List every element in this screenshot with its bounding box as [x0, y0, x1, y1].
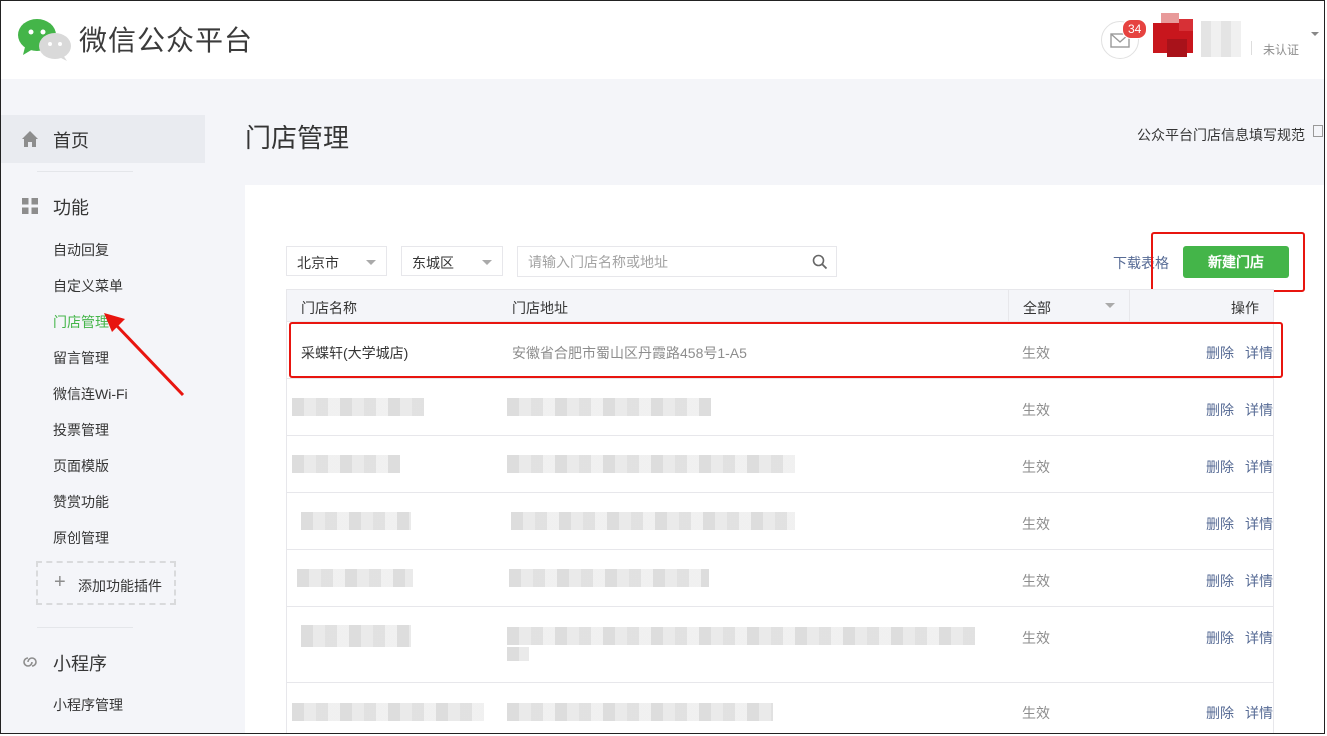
sidebar-item-home[interactable]: 首页: [1, 115, 205, 163]
app-window: 微信公众平台 34 未认证 首页 功能 自动回复 自定义菜单 门店管理 留言管理…: [0, 0, 1325, 734]
store-status: 生效: [1022, 573, 1050, 589]
sidebar-item-original[interactable]: 原创管理: [53, 528, 109, 548]
column-separator: [1129, 290, 1130, 322]
sidebar-divider: [37, 627, 133, 628]
store-address-blurred: [507, 627, 975, 645]
detail-link[interactable]: 详情: [1245, 703, 1273, 723]
store-address-blurred: [507, 647, 529, 661]
column-header-actions: 操作: [1231, 300, 1259, 316]
column-header-address: 门店地址: [512, 300, 568, 316]
city-select[interactable]: 北京市: [286, 246, 387, 276]
detail-link[interactable]: 详情: [1245, 571, 1273, 591]
home-icon: [22, 131, 38, 147]
store-name-blurred: [292, 703, 484, 721]
chevron-down-icon: [482, 260, 492, 265]
sidebar-item-auto-reply[interactable]: 自动回复: [53, 240, 109, 260]
delete-link[interactable]: 删除: [1206, 628, 1234, 648]
store-address-blurred: [507, 703, 773, 721]
detail-link[interactable]: 详情: [1245, 514, 1273, 534]
store-status: 生效: [1022, 402, 1050, 418]
sidebar-item-label: 首页: [53, 131, 89, 151]
detail-link[interactable]: 详情: [1245, 628, 1273, 648]
link-icon: [23, 657, 37, 667]
store-name-blurred: [301, 512, 411, 530]
sidebar-category-label: 功能: [53, 198, 89, 218]
status-filter-dropdown[interactable]: 全部: [1023, 298, 1051, 318]
detail-link[interactable]: 详情: [1245, 400, 1273, 420]
district-select[interactable]: 东城区: [401, 246, 503, 276]
store-name-blurred: [297, 569, 413, 587]
delete-link[interactable]: 删除: [1206, 457, 1234, 477]
sidebar-item-vote[interactable]: 投票管理: [53, 420, 109, 440]
help-link[interactable]: 公众平台门店信息填写规范: [1137, 125, 1305, 145]
sidebar-item-wifi[interactable]: 微信连Wi-Fi: [53, 384, 128, 404]
add-plugin-label: 添加功能插件: [78, 578, 162, 594]
page-title: 门店管理: [245, 123, 350, 153]
document-icon[interactable]: [1313, 125, 1323, 137]
delete-link[interactable]: 删除: [1206, 400, 1234, 420]
sidebar-item-miniprogram-management[interactable]: 小程序管理: [53, 695, 123, 715]
add-plugin-button[interactable]: + 添加功能插件: [36, 561, 176, 605]
table-row: 生效 删除 详情: [286, 550, 1274, 607]
district-select-value: 东城区: [412, 255, 454, 271]
store-status: 生效: [1022, 705, 1050, 721]
delete-link[interactable]: 删除: [1206, 703, 1234, 723]
table-row: 生效 删除 详情: [286, 683, 1274, 733]
username-blurred[interactable]: [1201, 21, 1241, 57]
store-status: 生效: [1022, 459, 1050, 475]
sidebar: 首页 功能 自动回复 自定义菜单 门店管理 留言管理 微信连Wi-Fi 投票管理…: [1, 79, 207, 733]
sidebar-category-miniprogram[interactable]: 小程序: [1, 647, 205, 677]
sidebar-item-reward[interactable]: 赞赏功能: [53, 492, 109, 512]
sidebar-category-function[interactable]: 功能: [1, 191, 205, 221]
mail-count-badge: 34: [1122, 19, 1148, 39]
store-name-blurred: [301, 625, 411, 647]
store-address-blurred: [507, 455, 795, 473]
store-search-input[interactable]: [518, 247, 818, 276]
sidebar-item-store-management[interactable]: 门店管理: [53, 312, 109, 332]
platform-title[interactable]: 微信公众平台: [79, 19, 253, 59]
grid-icon: [22, 198, 38, 214]
annotation-highlight-store-row: [289, 322, 1283, 378]
table-row: 生效 删除 详情: [286, 379, 1274, 436]
sidebar-item-message-management[interactable]: 留言管理: [53, 348, 109, 368]
store-status: 生效: [1022, 516, 1050, 532]
top-header: 微信公众平台 34 未认证: [1, 1, 1324, 79]
chevron-down-icon: [366, 260, 376, 265]
verify-status[interactable]: 未认证: [1263, 41, 1299, 58]
chevron-down-icon[interactable]: [1311, 32, 1319, 36]
table-header: 门店名称 门店地址 全部 操作: [286, 289, 1274, 322]
store-name-blurred: [292, 455, 400, 473]
table-row: 生效 删除 详情: [286, 493, 1274, 550]
header-separator: [1251, 41, 1252, 55]
store-address-blurred: [511, 512, 795, 530]
sidebar-item-page-template[interactable]: 页面模版: [53, 456, 109, 476]
delete-link[interactable]: 删除: [1206, 514, 1234, 534]
plus-icon: +: [54, 571, 66, 593]
delete-link[interactable]: 删除: [1206, 571, 1234, 591]
city-select-value: 北京市: [297, 255, 339, 271]
sidebar-item-custom-menu[interactable]: 自定义菜单: [53, 276, 123, 296]
store-address-blurred: [507, 398, 711, 416]
column-separator: [1008, 290, 1009, 322]
sidebar-category-label: 小程序: [53, 654, 107, 674]
avatar[interactable]: [1151, 13, 1199, 61]
detail-link[interactable]: 详情: [1245, 457, 1273, 477]
annotation-highlight-new-store: [1151, 232, 1305, 292]
store-name-blurred: [292, 398, 424, 416]
store-search-box: [517, 246, 837, 277]
chevron-down-icon[interactable]: [1105, 303, 1115, 308]
store-address-blurred: [509, 569, 709, 587]
wechat-logo-icon[interactable]: [17, 17, 73, 61]
table-row: 生效 删除 详情: [286, 607, 1274, 683]
search-icon[interactable]: [812, 254, 828, 270]
column-header-name: 门店名称: [301, 300, 357, 316]
table-row: 生效 删除 详情: [286, 436, 1274, 493]
sidebar-divider: [37, 171, 133, 172]
store-status: 生效: [1022, 630, 1050, 646]
